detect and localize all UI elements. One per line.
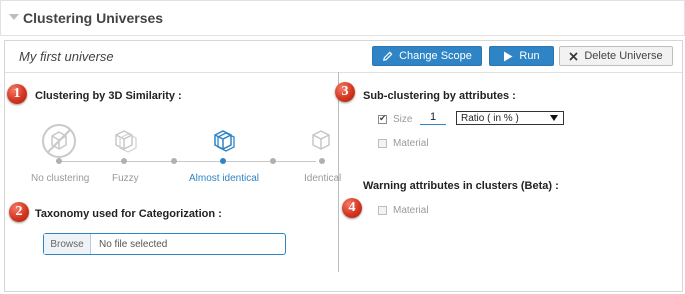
- size-checkbox[interactable]: [378, 113, 387, 124]
- fuzzy-cube-icon[interactable]: [111, 127, 139, 155]
- slider-stop-fuzzy[interactable]: [121, 158, 127, 164]
- warning-section-title: Warning attributes in clusters (Beta) :: [363, 180, 559, 192]
- step-badge-3: 3: [335, 82, 355, 102]
- option-label-fuzzy[interactable]: Fuzzy: [112, 173, 139, 184]
- close-icon: [569, 51, 578, 61]
- size-label: Size: [393, 114, 413, 125]
- run-label: Run: [519, 50, 540, 62]
- option-label-identical[interactable]: Identical: [304, 173, 341, 184]
- almost-identical-cube-icon[interactable]: [210, 127, 238, 155]
- delete-universe-label: Delete Universe: [584, 50, 663, 62]
- step-badge-4: 4: [342, 198, 362, 218]
- dropdown-arrow-icon: [550, 115, 558, 121]
- universe-name: My first universe: [19, 49, 114, 64]
- warning-material-checkbox[interactable]: [378, 206, 387, 215]
- change-scope-label: Change Scope: [399, 50, 472, 62]
- slider-stop-intermediate-2[interactable]: [270, 158, 276, 164]
- subclustering-section-title: Sub-clustering by attributes :: [363, 90, 516, 102]
- play-icon: [504, 51, 513, 61]
- pencil-icon: [383, 51, 393, 61]
- column-divider: [338, 72, 339, 272]
- similarity-slider-track[interactable]: [56, 161, 316, 162]
- step-badge-1: 1: [7, 84, 27, 104]
- collapse-triangle-icon[interactable]: [9, 14, 19, 20]
- file-status-text: No file selected: [99, 238, 168, 250]
- slider-stop-almost-identical[interactable]: [220, 158, 226, 164]
- identical-cube-icon[interactable]: [309, 128, 333, 152]
- step-badge-2: 2: [9, 202, 29, 222]
- ratio-unit-select[interactable]: Ratio ( in % ): [456, 111, 564, 125]
- taxonomy-section-title: Taxonomy used for Categorization :: [35, 208, 222, 220]
- browse-button[interactable]: Browse: [44, 234, 91, 254]
- warning-material-label: Material: [393, 205, 429, 216]
- page-title: Clustering Universes: [23, 10, 164, 26]
- option-label-almost-identical[interactable]: Almost identical: [189, 173, 259, 184]
- delete-universe-button[interactable]: Delete Universe: [559, 46, 673, 66]
- ratio-unit-value: Ratio ( in % ): [461, 112, 519, 124]
- taxonomy-file-input[interactable]: Browse No file selected: [43, 233, 286, 255]
- subclustering-material-label: Material: [393, 138, 429, 149]
- run-button[interactable]: Run: [489, 46, 554, 66]
- similarity-section-title: Clustering by 3D Similarity :: [35, 90, 182, 102]
- subclustering-material-checkbox[interactable]: [378, 139, 387, 148]
- change-scope-button[interactable]: Change Scope: [372, 46, 482, 66]
- slider-stop-identical[interactable]: [319, 158, 325, 164]
- clustering-universes-header[interactable]: Clustering Universes: [0, 0, 685, 36]
- no-clustering-icon[interactable]: [41, 123, 77, 159]
- universe-panel-header: My first universe Change Scope Run Delet…: [5, 41, 682, 73]
- option-label-no-clustering[interactable]: No clustering: [31, 173, 89, 184]
- size-ratio-input[interactable]: 1: [420, 111, 446, 125]
- slider-stop-no-clustering[interactable]: [56, 158, 62, 164]
- slider-stop-intermediate[interactable]: [171, 158, 177, 164]
